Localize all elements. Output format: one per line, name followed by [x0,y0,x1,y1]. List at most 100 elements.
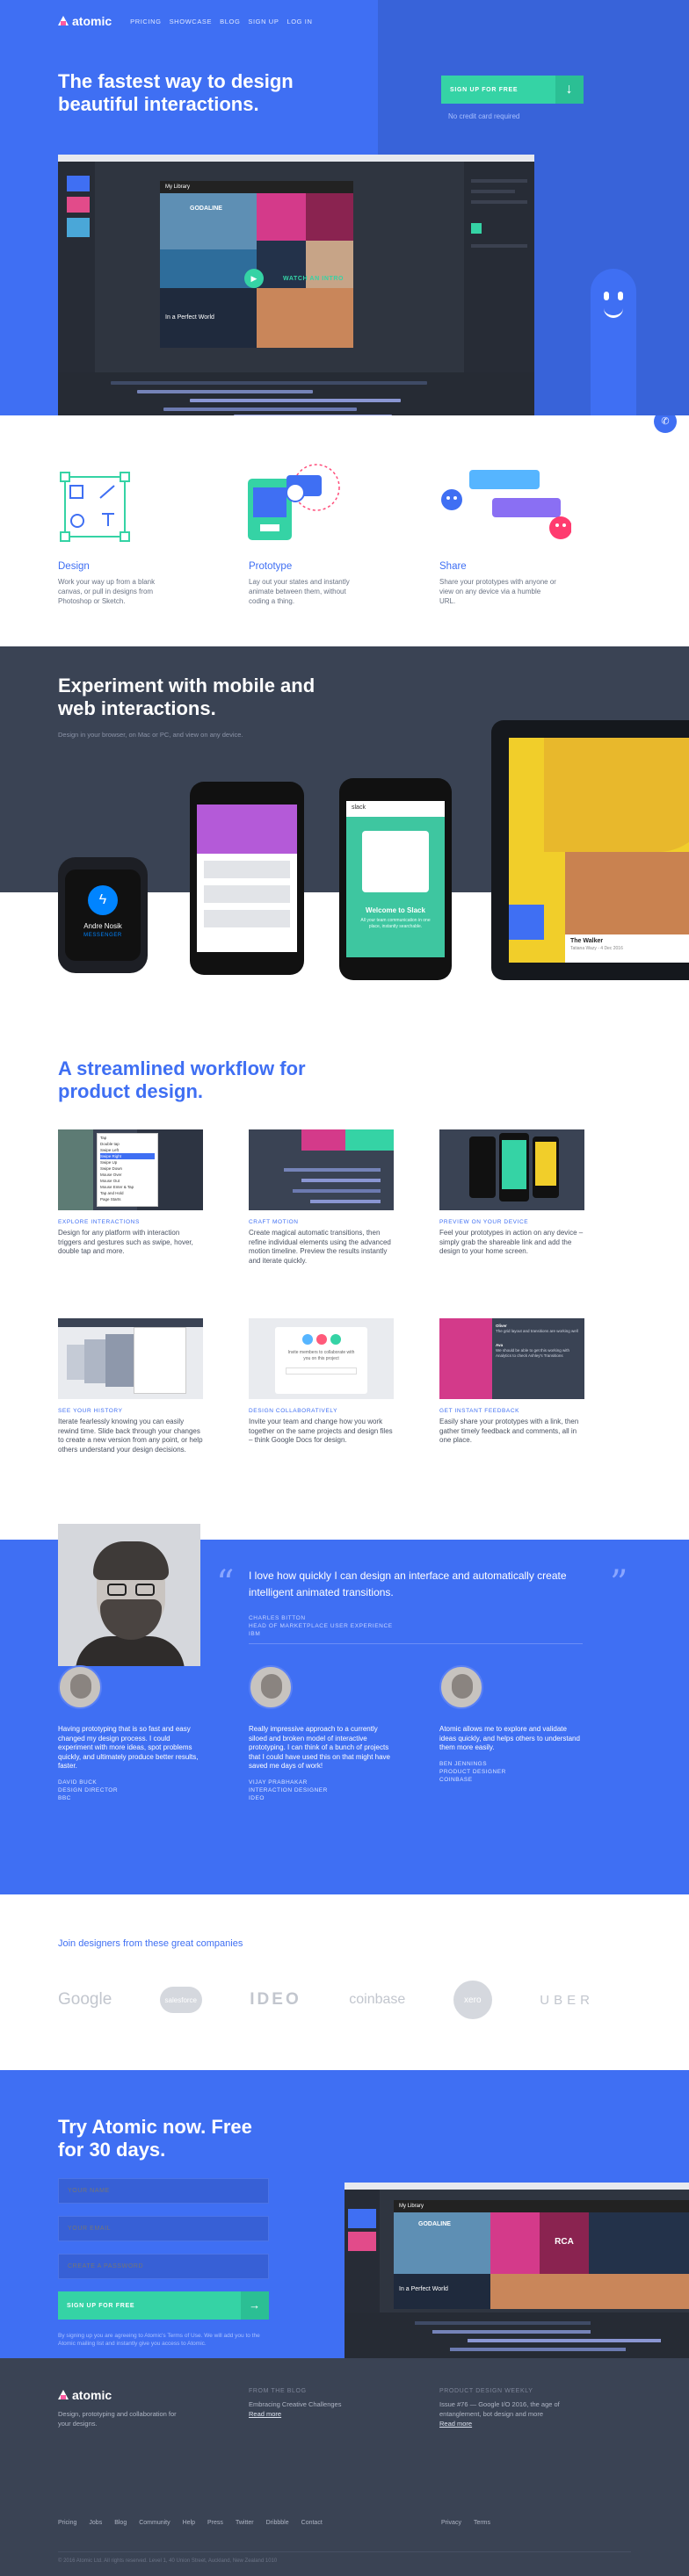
workflow-desc: Design for any platform with interaction… [58,1229,193,1255]
terms-link[interactable]: Terms [474,2520,490,2526]
uber-logo: UBER [540,1992,594,2008]
testimonial-card: Really impressive approach to a currentl… [249,1665,394,1802]
testimonial-card: Having prototyping that is so fast and e… [58,1665,203,1802]
nav-pricing[interactable]: PRICING [130,18,161,25]
open-quote-icon: “ [216,1563,235,1604]
feature-desc: Work your way up from a blank canvas, or… [58,578,156,605]
workflow-item-collaborate: Invite members to collaborate with you o… [249,1318,394,1446]
nav-blog[interactable]: BLOG [220,18,240,25]
app-screenshot-2: My Library GODALINE RCA In a Perfect Wor… [344,2183,689,2358]
feature-prototype: Prototype Lay out your states and instant… [249,561,367,606]
arrow-right-icon: → [241,2291,269,2320]
hero-section: atomic PRICING SHOWCASE BLOG SIGN UP LOG… [0,0,689,415]
footer-logo[interactable]: atomic [58,2388,179,2402]
workflow-image [58,1318,203,1399]
workflow-desc: Feel your prototypes in action on any de… [439,1229,584,1255]
workflow-item-feedback: Oliver The grid layout and transitions a… [439,1318,584,1446]
footer-link[interactable]: Help [183,2520,195,2526]
feature-title: Design [58,561,90,572]
android-phone [190,782,304,975]
signup-button[interactable]: SIGN UP FOR FREE → [58,2291,269,2320]
footer-link[interactable]: Twitter [236,2520,254,2526]
footer-link[interactable]: Blog [114,2520,127,2526]
footer-link[interactable]: Press [207,2520,223,2526]
workflow-title: A streamlined workflow for product desig… [58,1057,306,1102]
layers-panel [58,162,95,372]
signup-label: SIGN UP FOR FREE [67,2302,135,2309]
workflow-label: GET INSTANT FEEDBACK [439,1408,520,1414]
watch-contact-name: Andre Nosik [83,922,122,930]
name-field[interactable] [58,2178,269,2204]
footer-link[interactable]: Jobs [89,2520,102,2526]
workflow-image: Oliver The grid layout and transitions a… [439,1318,584,1399]
tile-album: In a Perfect World [165,314,214,321]
featured-portrait [58,1524,200,1666]
workflow-label: DESIGN COLLABORATIVELY [249,1408,338,1414]
nav-showcase[interactable]: SHOWCASE [170,18,213,25]
weekly-read-more-link[interactable]: Read more [439,2419,598,2428]
privacy-link[interactable]: Privacy [441,2520,461,2526]
footer-weekly: PRODUCT DESIGN WEEKLY Issue #76 — Google… [439,2388,598,2428]
workflow-image [439,1129,584,1210]
footer-heading: FROM THE BLOG [249,2388,307,2394]
workflow-image [249,1129,394,1210]
workflow-item-motion: CRAFT MOTION Create magical automatic tr… [249,1129,394,1266]
footer-blog: FROM THE BLOG Embracing Creative Challen… [249,2388,389,2419]
workflow-label: EXPLORE INTERACTIONS [58,1219,140,1225]
author-company: IBM [249,1631,261,1637]
footer-blog-text: Embracing Creative Challenges [249,2400,342,2408]
mascot-robot [591,269,636,415]
footer-legal-links: Privacy Terms [441,2520,490,2526]
brand-logo[interactable]: atomic [58,14,112,28]
client-logos: Google salesforce IDEO coinbase xero UBE… [58,1981,594,2019]
feature-desc: Lay out your states and instantly animat… [249,578,350,605]
feature-title: Prototype [249,561,293,572]
workflow-item-explore: Tap Double tap Swipe Left Swipe Right Swipe … [58,1129,203,1257]
avatar [249,1665,293,1709]
blog-read-more-link[interactable]: Read more [249,2409,389,2419]
footer-heading: PRODUCT DESIGN WEEKLY [439,2388,533,2394]
google-logo: Google [58,1990,112,2009]
no-credit-card-note: No credit card required [448,112,520,120]
trigger-menu[interactable]: Tap Double tap Swipe Left Swipe Right Swipe … [97,1133,158,1207]
hero-signup-button[interactable]: SIGN UP FOR FREE ↓ [441,76,584,104]
nav-signup[interactable]: SIGN UP [248,18,279,25]
chat-bubble-icon[interactable]: ✆ [654,415,677,433]
slack-subtitle: All your team communication in one place… [360,918,431,929]
tile-title: GODALINE [190,206,222,212]
featured-author: CHARLES BITTON HEAD OF MARKETPLACE USER … [249,1614,393,1638]
hero-title: The fastest way to design beautiful inte… [58,70,294,115]
play-icon[interactable]: ▶ [244,269,264,288]
properties-panel [464,162,534,372]
footer: atomic Design, prototyping and collabora… [0,2358,689,2576]
design-canvas: My Library GODALINE In a Perfect World ▶… [160,181,353,348]
footer-link[interactable]: Dribbble [266,2520,289,2526]
footer-divider [58,2551,631,2552]
salesforce-logo: salesforce [159,1987,202,2013]
watch-intro-link[interactable]: WATCH AN INTRO [283,276,344,282]
app-screenshot: My Library GODALINE In a Perfect World ▶… [58,155,534,415]
devices-subtitle: Design in your browser, on Mac or PC, an… [58,731,243,739]
author-role: HEAD OF MARKETPLACE USER EXPERIENCE [249,1623,393,1629]
footer-brand: atomic Design, prototyping and collabora… [58,2388,190,2428]
slack-phone: slack Welcome to Slack All your team com… [339,778,452,980]
workflow-label: PREVIEW ON YOUR DEVICE [439,1219,529,1225]
workflow-desc: Easily share your prototypes with a link… [439,1418,579,1444]
album-tile: GODALINE [160,193,257,288]
brand-name: atomic [72,14,112,28]
share-illustration-icon [439,468,572,542]
nav-login[interactable]: LOG IN [286,18,312,25]
footer-link[interactable]: Pricing [58,2520,76,2526]
footer-link[interactable]: Community [139,2520,170,2526]
password-field[interactable] [58,2254,269,2279]
slack-title: Welcome to Slack [366,906,425,914]
atomic-logo-icon [58,16,69,26]
coinbase-logo: coinbase [349,1992,406,2007]
feature-desc: Share your prototypes with anyone or vie… [439,578,556,605]
footer-link[interactable]: Contact [301,2520,323,2526]
email-field[interactable] [58,2216,269,2241]
tablet-screen: The Walker Tatiana Wazy - 4 Dec 2016 [509,738,689,963]
workflow-desc: Iterate fearlessly knowing you can easil… [58,1418,203,1454]
watch-screen: ϟ Andre Nosik MESSENGER [65,869,141,961]
avatar [439,1665,483,1709]
